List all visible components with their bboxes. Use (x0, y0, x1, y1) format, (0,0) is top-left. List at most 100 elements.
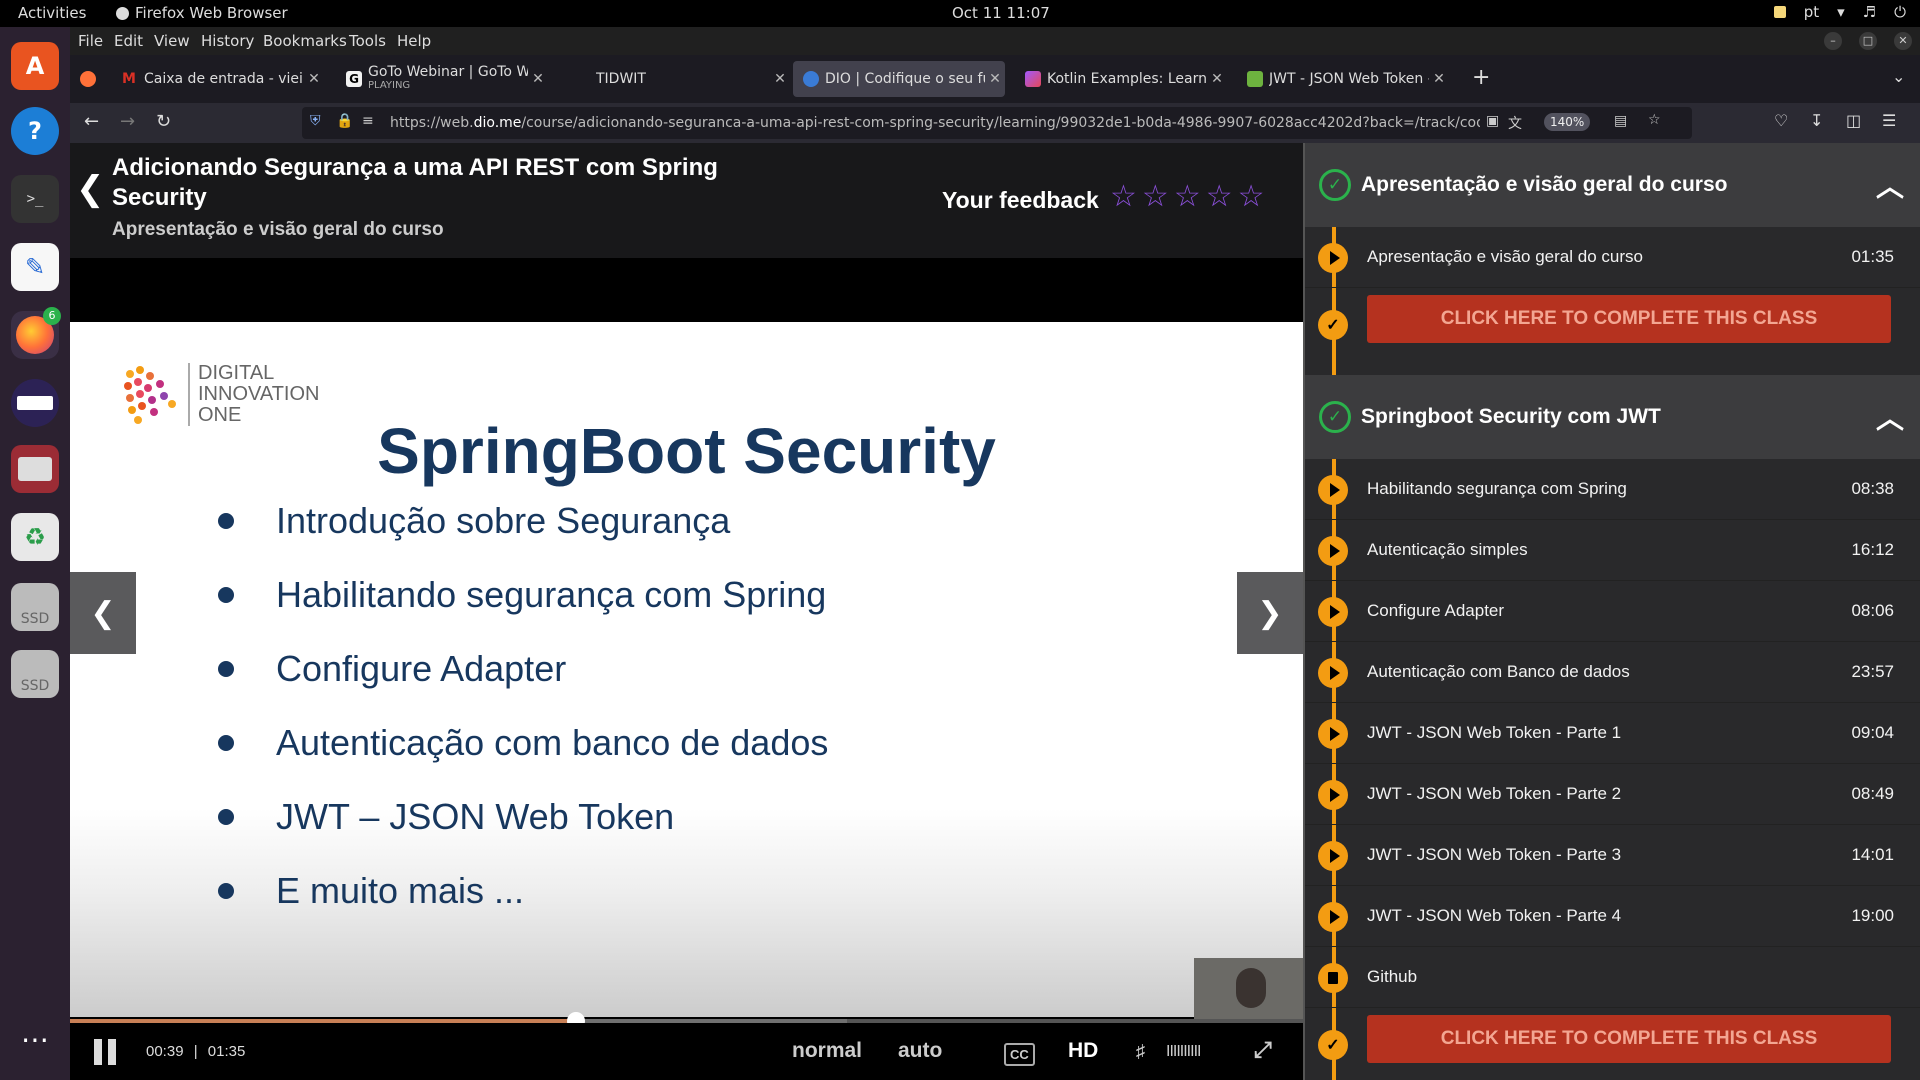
star-icon-2[interactable]: ☆ (1142, 181, 1169, 213)
notification-icon[interactable] (1773, 6, 1786, 18)
lesson-row[interactable]: Apresentação e visão geral do curso 01:3… (1305, 227, 1920, 288)
menu-help[interactable]: Help (397, 32, 431, 50)
lesson-row[interactable]: Github (1305, 947, 1920, 1008)
lesson-row[interactable]: JWT - JSON Web Token - Parte 2 08:49 (1305, 764, 1920, 825)
complete-class-button[interactable]: CLICK HERE TO COMPLETE THIS CLASS (1367, 295, 1891, 343)
new-tab-button[interactable]: + (1472, 65, 1490, 90)
volume-icon[interactable]: ♯ (1136, 1041, 1145, 1062)
lesson-row[interactable]: Habilitando segurança com Spring 08:38 (1305, 459, 1920, 520)
files-icon[interactable] (11, 445, 59, 493)
lesson-row[interactable]: Autenticação com Banco de dados 23:57 (1305, 642, 1920, 703)
app-grid-icon[interactable]: ⋯ (11, 1015, 59, 1063)
ssd-drive-icon-2[interactable]: SSD (11, 650, 59, 698)
terminal-icon[interactable]: >_ (11, 175, 59, 223)
menu-bookmarks[interactable]: Bookmarks (263, 32, 347, 50)
complete-row: ✓ CLICK HERE TO COMPLETE THIS CLASS (1305, 1008, 1920, 1080)
tab-tidwit[interactable]: TIDWIT ✕ (578, 61, 790, 97)
check-icon: ✓ (1318, 310, 1348, 340)
quality-auto-button[interactable]: auto (898, 1039, 942, 1063)
lesson-row[interactable]: JWT - JSON Web Token - Parte 4 19:00 (1305, 886, 1920, 947)
tab-goto-webinar[interactable]: G GoTo Webinar | GoTo We PLAYING ✕ (336, 61, 548, 97)
hd-button[interactable]: HD (1068, 1039, 1098, 1063)
next-lesson-button[interactable]: ❯ (1237, 572, 1303, 654)
tab-close-icon[interactable]: ✕ (985, 71, 1005, 87)
pause-button[interactable] (94, 1039, 118, 1065)
rating-stars[interactable]: ☆ ☆ ☆ ☆ ☆ (1110, 181, 1265, 213)
screenshot-icon[interactable]: ▣ (1480, 113, 1500, 129)
tab-close-icon[interactable]: ✕ (304, 71, 324, 87)
chevron-up-icon[interactable]: ︿ (1876, 397, 1904, 437)
tab-gmail[interactable]: M Caixa de entrada - vieira.f ✕ (112, 61, 324, 97)
shield-icon[interactable]: ⛨ (310, 113, 321, 129)
activities-button[interactable]: Activities (18, 4, 86, 22)
course-header: ❮ Adicionando Segurança a uma API REST c… (70, 143, 1303, 258)
complete-class-button[interactable]: CLICK HERE TO COMPLETE THIS CLASS (1367, 1015, 1891, 1063)
lesson-duration: 14:01 (1851, 845, 1894, 864)
maximize-button[interactable]: □ (1859, 32, 1877, 50)
minimize-button[interactable]: – (1824, 32, 1842, 50)
text-editor-icon[interactable]: ✎ (11, 243, 59, 291)
tab-close-icon[interactable]: ✕ (1429, 71, 1449, 87)
translate-icon[interactable]: 文 (1508, 113, 1522, 133)
ssd-drive-icon[interactable]: SSD (11, 583, 59, 631)
star-icon-3[interactable]: ☆ (1174, 181, 1201, 213)
volume-slider[interactable]: IIIIIIIIII (1166, 1043, 1201, 1061)
reader-translate-icon[interactable]: ▤ (1614, 113, 1627, 129)
firefox-dock-icon[interactable]: 6 (11, 307, 61, 359)
tab-close-icon[interactable]: ✕ (770, 71, 790, 87)
back-chevron-icon[interactable]: ❮ (76, 169, 105, 209)
clock[interactable]: Oct 11 11:07 (952, 4, 1050, 22)
eclipse-icon[interactable] (11, 379, 59, 427)
menu-tools[interactable]: Tools (349, 32, 386, 50)
volume-icon[interactable]: ♬ (1863, 3, 1876, 21)
extensions-icon[interactable]: ◫ (1846, 111, 1861, 130)
tab-close-icon[interactable]: ✕ (1207, 71, 1227, 87)
url-bar[interactable]: ⛨ 🔒 ≡ https://web.dio.me/course/adiciona… (302, 107, 1692, 139)
app-menu[interactable]: Firefox Web Browser (116, 4, 288, 22)
star-icon-4[interactable]: ☆ (1206, 181, 1233, 213)
permissions-icon[interactable]: ≡ (362, 113, 374, 129)
play-circle-icon (1318, 719, 1348, 749)
bookmark-star-icon[interactable]: ☆ (1648, 112, 1661, 128)
menu-view[interactable]: View (154, 32, 190, 50)
wifi-icon[interactable]: ▾ (1837, 3, 1845, 21)
section-header-overview[interactable]: ✓ Apresentação e visão geral do curso ︿ (1305, 143, 1920, 227)
star-icon-1[interactable]: ☆ (1110, 181, 1137, 213)
trash-icon[interactable]: ♻ (11, 513, 59, 561)
software-center-icon[interactable]: A (11, 42, 59, 90)
video-player[interactable]: DIGITAL INNOVATION ONE SpringBoot Securi… (70, 258, 1303, 1080)
previous-lesson-button[interactable]: ❮ (70, 572, 136, 654)
star-icon-5[interactable]: ☆ (1238, 181, 1265, 213)
downloads-icon[interactable]: ↧ (1810, 111, 1823, 130)
firefox-view-icon[interactable] (80, 71, 96, 87)
tab-dio-active[interactable]: DIO | Codifique o seu futu ✕ (793, 61, 1005, 97)
lesson-row[interactable]: Configure Adapter 08:06 (1305, 581, 1920, 642)
fullscreen-icon[interactable]: ⤢ (1254, 1037, 1272, 1063)
pocket-icon[interactable]: ♡ (1774, 111, 1788, 130)
lock-icon[interactable]: 🔒 (336, 113, 353, 129)
zoom-indicator[interactable]: 140% (1544, 113, 1591, 131)
reload-button[interactable]: ↻ (156, 111, 171, 132)
tab-list-button[interactable]: ⌄ (1892, 67, 1905, 86)
section-header-jwt[interactable]: ✓ Springboot Security com JWT ︿ (1305, 375, 1920, 459)
system-tray[interactable]: pt ▾ ♬ ⏻ (1773, 3, 1906, 21)
power-icon[interactable]: ⏻ (1894, 3, 1906, 21)
lesson-row[interactable]: JWT - JSON Web Token - Parte 1 09:04 (1305, 703, 1920, 764)
chevron-up-icon[interactable]: ︿ (1876, 165, 1904, 205)
menu-edit[interactable]: Edit (114, 32, 143, 50)
close-window-button[interactable]: ✕ (1894, 32, 1912, 50)
menu-file[interactable]: File (78, 32, 103, 50)
lesson-row[interactable]: Autenticação simples 16:12 (1305, 520, 1920, 581)
tab-kotlin[interactable]: Kotlin Examples: Learn Ko ✕ (1015, 61, 1227, 97)
captions-button[interactable]: CC (1004, 1043, 1035, 1066)
tab-jwt[interactable]: JWT - JSON Web Token - S ✕ (1237, 61, 1449, 97)
menu-history[interactable]: History (201, 32, 254, 50)
forward-button[interactable]: → (120, 111, 135, 132)
tab-close-icon[interactable]: ✕ (528, 71, 548, 87)
playback-speed-button[interactable]: normal (792, 1039, 862, 1063)
help-icon[interactable]: ? (11, 107, 59, 155)
hamburger-menu-icon[interactable]: ☰ (1882, 111, 1896, 130)
language-indicator[interactable]: pt (1804, 3, 1819, 21)
lesson-row[interactable]: JWT - JSON Web Token - Parte 3 14:01 (1305, 825, 1920, 886)
back-button[interactable]: ← (84, 111, 99, 132)
